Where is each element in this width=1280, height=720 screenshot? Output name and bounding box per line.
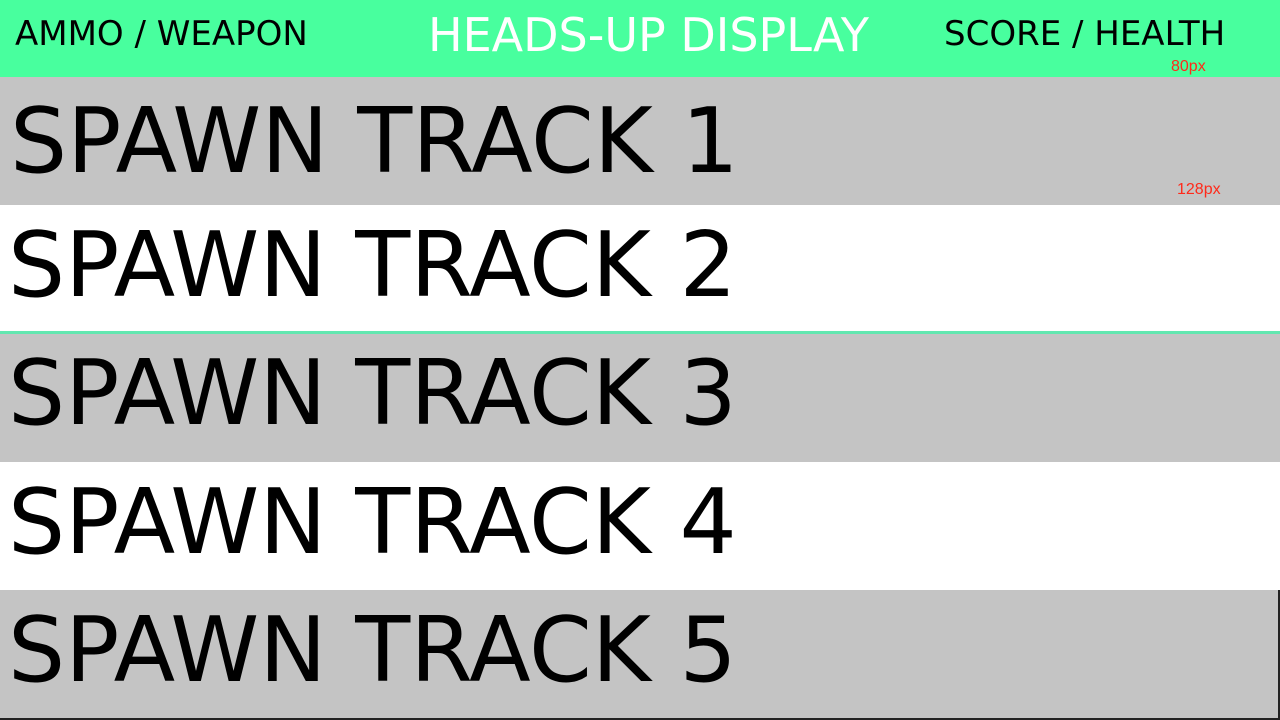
spawn-track-label: SPAWN TRACK 5: [8, 598, 737, 703]
hud-title: HEADS-UP DISPLAY: [428, 8, 869, 62]
spawn-track-1: SPAWN TRACK 1: [0, 77, 1280, 205]
spawn-track-label: SPAWN TRACK 4: [8, 470, 737, 575]
spawn-track-5: SPAWN TRACK 5: [0, 590, 1280, 718]
score-health-label: SCORE / HEALTH: [944, 14, 1226, 54]
spawn-track-label: SPAWN TRACK 2: [8, 213, 737, 318]
heads-up-display-bar: AMMO / WEAPON HEADS-UP DISPLAY SCORE / H…: [0, 0, 1280, 77]
spawn-track-2: SPAWN TRACK 2: [0, 205, 1280, 331]
spawn-track-4: SPAWN TRACK 4: [0, 462, 1280, 590]
spawn-track-label: SPAWN TRACK 3: [8, 341, 737, 446]
hud-height-annotation: 80px: [1171, 58, 1206, 75]
game-layout-mockup: AMMO / WEAPON HEADS-UP DISPLAY SCORE / H…: [0, 0, 1280, 720]
spawn-track-3: SPAWN TRACK 3: [0, 334, 1280, 462]
track-height-annotation: 128px: [1177, 181, 1221, 198]
ammo-weapon-label: AMMO / WEAPON: [15, 14, 308, 54]
spawn-track-label: SPAWN TRACK 1: [10, 89, 739, 194]
